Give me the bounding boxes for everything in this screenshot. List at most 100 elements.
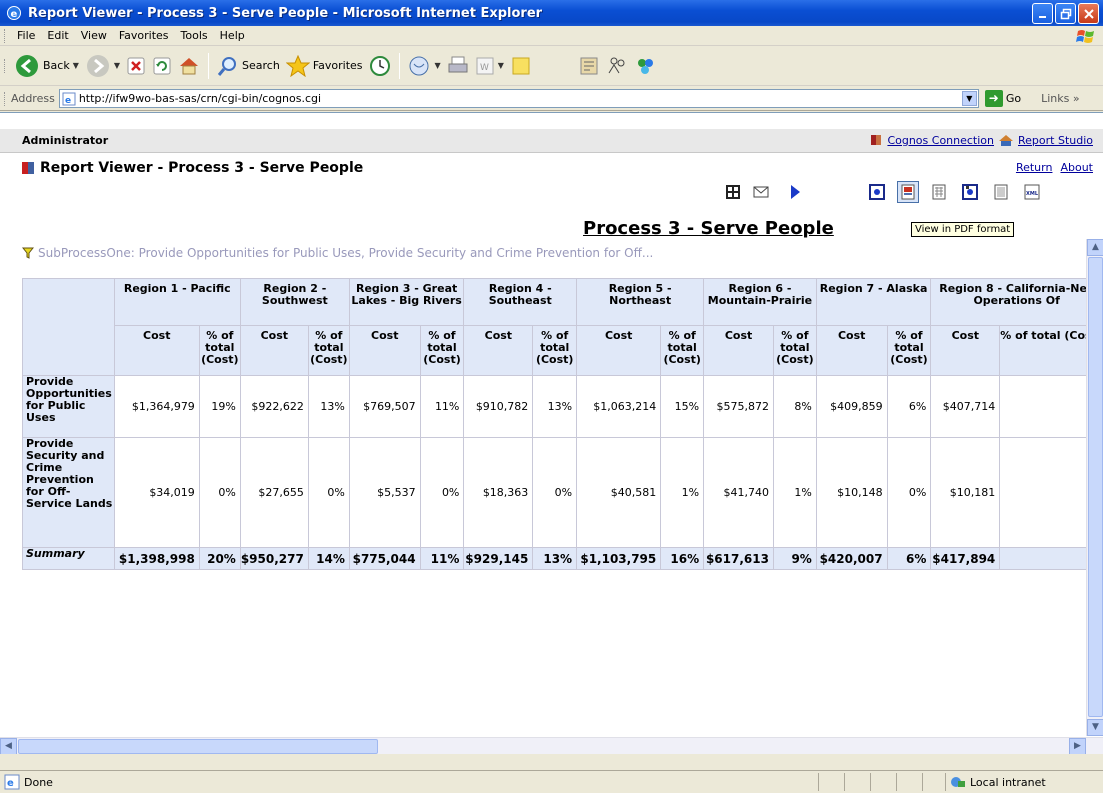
menu-tools[interactable]: Tools (175, 29, 214, 42)
row-header[interactable]: Provide Opportunities for Public Uses (22, 375, 115, 438)
scroll-up-icon[interactable]: ▲ (1087, 239, 1103, 256)
view-xml-button[interactable]: XML (1021, 181, 1043, 203)
measure-header[interactable]: Cost (463, 325, 534, 376)
measure-header[interactable]: % of total (Cost) (886, 325, 932, 376)
status-bar: e Done Local intranet (0, 770, 1103, 793)
region-header[interactable]: Region 2 - Southwest (239, 278, 350, 326)
back-dropdown-icon[interactable]: ▼ (73, 61, 79, 70)
favorites-button[interactable]: Favorites (283, 50, 366, 82)
region-header[interactable]: Region 6 - Mountain-Prairie (703, 278, 817, 326)
cell-pct: 1% (660, 437, 705, 548)
measure-header[interactable]: % of total (Cost) (307, 325, 350, 376)
table-row: Provide Security and Crime Prevention fo… (22, 437, 1103, 548)
measure-header[interactable]: % of total (Cost) (198, 325, 241, 376)
horizontal-scrollbar[interactable]: ◀ ▶ (0, 737, 1103, 754)
view-excel-button[interactable] (928, 181, 950, 203)
menu-help[interactable]: Help (214, 29, 251, 42)
vertical-scrollbar[interactable]: ▲ ▼ (1086, 239, 1103, 736)
search-label: Search (242, 59, 280, 72)
measure-header[interactable]: Cost (703, 325, 774, 376)
summary-label[interactable]: Summary (22, 547, 115, 570)
region-header[interactable]: Region 1 - Pacific (113, 278, 241, 326)
menu-view[interactable]: View (75, 29, 113, 42)
forward-dropdown-icon[interactable]: ▼ (114, 61, 120, 70)
view-html-button[interactable] (866, 181, 888, 203)
security-zone[interactable]: Local intranet (945, 773, 1103, 791)
measure-header[interactable]: % of total (Cost) (772, 325, 817, 376)
measure-header[interactable]: % of total (Cost) (532, 325, 578, 376)
edit-button[interactable]: W ▼ (472, 50, 507, 82)
svg-text:e: e (11, 9, 18, 20)
row-header[interactable]: Provide Security and Crime Prevention fo… (22, 437, 115, 548)
measure-header[interactable]: Cost (239, 325, 309, 376)
history-button[interactable] (366, 50, 394, 82)
address-bar: Address e http://ifw9wo-bas-sas/crn/cgi-… (0, 87, 1103, 111)
go-button[interactable]: ➜ Go (984, 90, 1021, 107)
run-report-button[interactable] (784, 181, 806, 203)
forward-button[interactable]: ▼ (82, 50, 123, 82)
crosstab-corner (22, 278, 115, 326)
word-icon: W (476, 57, 494, 74)
cognos-connection-link[interactable]: Cognos Connection (887, 134, 994, 147)
view-pdf-button[interactable] (897, 181, 919, 203)
measure-header[interactable]: Cost (348, 325, 421, 376)
vertical-scroll-thumb[interactable] (1088, 257, 1103, 717)
discuss-button[interactable] (507, 50, 535, 82)
research-button[interactable] (575, 50, 603, 82)
scroll-left-icon[interactable]: ◀ (0, 738, 17, 754)
keep-this-version-button[interactable] (722, 181, 744, 203)
minimize-button[interactable] (1032, 3, 1053, 24)
return-link[interactable]: Return (1016, 161, 1053, 174)
summary-cost: $1,398,998 (113, 547, 200, 570)
go-arrow-icon: ➜ (984, 90, 1003, 107)
scroll-right-icon[interactable]: ▶ (1069, 738, 1086, 754)
measure-header[interactable]: % of total (Cost) (419, 325, 465, 376)
address-dropdown-icon[interactable]: ▼ (961, 91, 977, 106)
measure-header[interactable]: Cost (815, 325, 888, 376)
region-header[interactable]: Region 8 - California-Nev Operations Of (930, 278, 1103, 326)
search-button[interactable]: Search (214, 50, 283, 82)
menu-file[interactable]: File (11, 29, 41, 42)
close-button[interactable] (1078, 3, 1099, 24)
region-header[interactable]: Region 3 - Great Lakes - Big Rivers (348, 278, 465, 326)
summary-pct: 14% (307, 547, 350, 570)
mail-icon (409, 56, 429, 75)
report-viewer-title: Report Viewer - Process 3 - Serve People (40, 160, 364, 176)
print-button[interactable] (444, 50, 472, 82)
home-button[interactable] (175, 50, 203, 82)
status-pane (896, 773, 922, 791)
back-button[interactable]: Back ▼ (11, 50, 82, 82)
messenger-button[interactable] (603, 50, 631, 82)
measure-header[interactable]: Cost (113, 325, 200, 376)
horizontal-scroll-thumb[interactable] (18, 739, 378, 754)
mail-dropdown-icon[interactable]: ▼ (435, 61, 441, 70)
cell-pct: 0% (532, 437, 578, 548)
measure-header[interactable]: Cost (930, 325, 1001, 376)
measure-header[interactable]: Cost (576, 325, 662, 376)
region-header[interactable]: Region 7 - Alaska (815, 278, 932, 326)
summary-cost: $929,145 (463, 547, 534, 570)
region-header[interactable]: Region 4 - Southeast (463, 278, 578, 326)
send-email-button[interactable] (750, 181, 772, 203)
cell-cost: $1,063,214 (576, 375, 662, 438)
maximize-button[interactable] (1055, 3, 1076, 24)
report-studio-link[interactable]: Report Studio (1018, 134, 1093, 147)
region-header[interactable]: Region 5 - Northeast (576, 278, 705, 326)
address-input[interactable]: e http://ifw9wo-bas-sas/crn/cgi-bin/cogn… (58, 89, 979, 108)
view-excel-2000-button[interactable] (959, 181, 981, 203)
measure-header[interactable]: % of total (Cost) (660, 325, 705, 376)
cell-cost: $18,363 (463, 437, 534, 548)
edit-dropdown-icon[interactable]: ▼ (498, 61, 504, 70)
links-toolbar[interactable]: Links » (1041, 92, 1080, 105)
about-link[interactable]: About (1060, 161, 1093, 174)
msn-button[interactable] (631, 50, 659, 82)
mail-button[interactable]: ▼ (405, 50, 444, 82)
stop-button[interactable] (123, 50, 149, 82)
scroll-down-icon[interactable]: ▼ (1087, 719, 1103, 736)
menu-favorites[interactable]: Favorites (113, 29, 175, 42)
view-csv-button[interactable] (990, 181, 1012, 203)
status-pane (870, 773, 896, 791)
refresh-button[interactable] (149, 50, 175, 82)
window-titlebar: e Report Viewer - Process 3 - Serve Peop… (0, 0, 1103, 26)
menu-edit[interactable]: Edit (41, 29, 74, 42)
